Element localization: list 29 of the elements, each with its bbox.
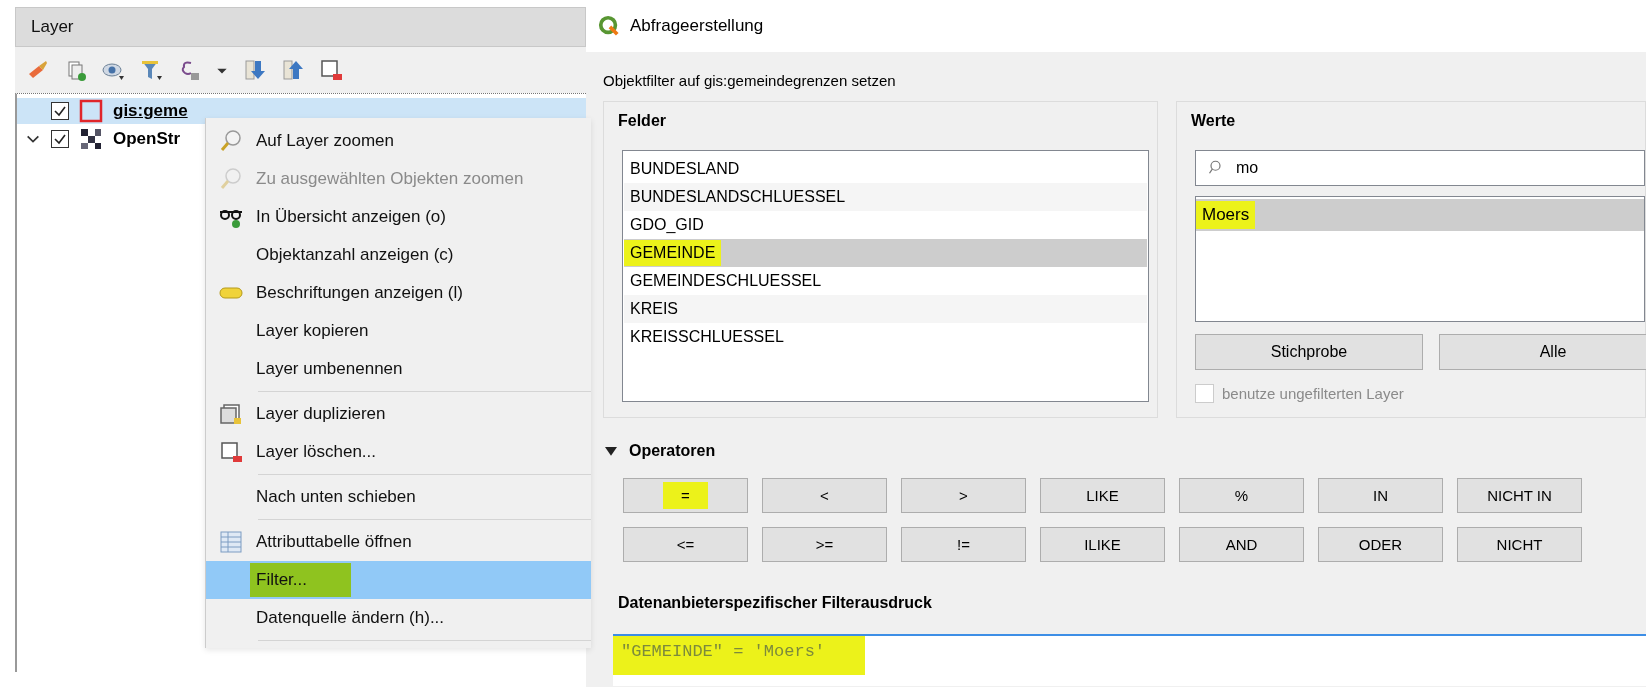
menu-label: Beschriftungen anzeigen (l) <box>255 282 464 304</box>
field-name: GDO_GID <box>629 215 705 235</box>
menu-label: Auf Layer zoomen <box>255 130 395 152</box>
field-name: GEMEINDESCHLUESSEL <box>629 271 823 291</box>
menu-label: Zu ausgewählten Objekten zoomen <box>255 168 525 190</box>
layer-name: gis:geme <box>113 101 188 121</box>
menu-label: Attributtabelle öffnen <box>255 531 413 553</box>
field-name: KREISSCHLUESSEL <box>629 327 785 347</box>
menu-label: Layer umbenennen <box>255 358 404 380</box>
menu-label: Nach unten schieben <box>255 486 417 508</box>
section-title: Datenanbieterspezifischer Filterausdruck <box>618 594 933 612</box>
dialog-title: Abfrageerstellung <box>630 16 764 36</box>
menu-label: Layer löschen... <box>255 441 377 463</box>
field-name: BUNDESLAND <box>629 159 741 179</box>
field-name: BUNDESLANDSCHLUESSEL <box>629 187 847 207</box>
menu-label: In Übersicht anzeigen (o) <box>255 206 447 228</box>
menu-label: Filter... <box>250 563 351 597</box>
section-title: Operatoren <box>629 442 716 460</box>
panel-title: Layer <box>15 7 586 47</box>
field-name: GEMEINDE <box>624 240 722 266</box>
field-name: KREIS <box>629 299 679 319</box>
checkbox-label: benutze ungefilterten Layer <box>1222 385 1404 402</box>
menu-label: Objektanzahl anzeigen (c) <box>255 244 455 266</box>
value-text: Moers <box>1196 201 1256 229</box>
menu-label: Datenquelle ändern (h)... <box>255 607 446 629</box>
menu-label: Layer kopieren <box>255 320 370 342</box>
dialog-subtitle: Objektfilter auf gis:gemeindegrenzen setzen <box>603 72 897 89</box>
layer-name: OpenStr <box>113 129 181 149</box>
menu-label: Layer duplizieren <box>255 403 387 425</box>
